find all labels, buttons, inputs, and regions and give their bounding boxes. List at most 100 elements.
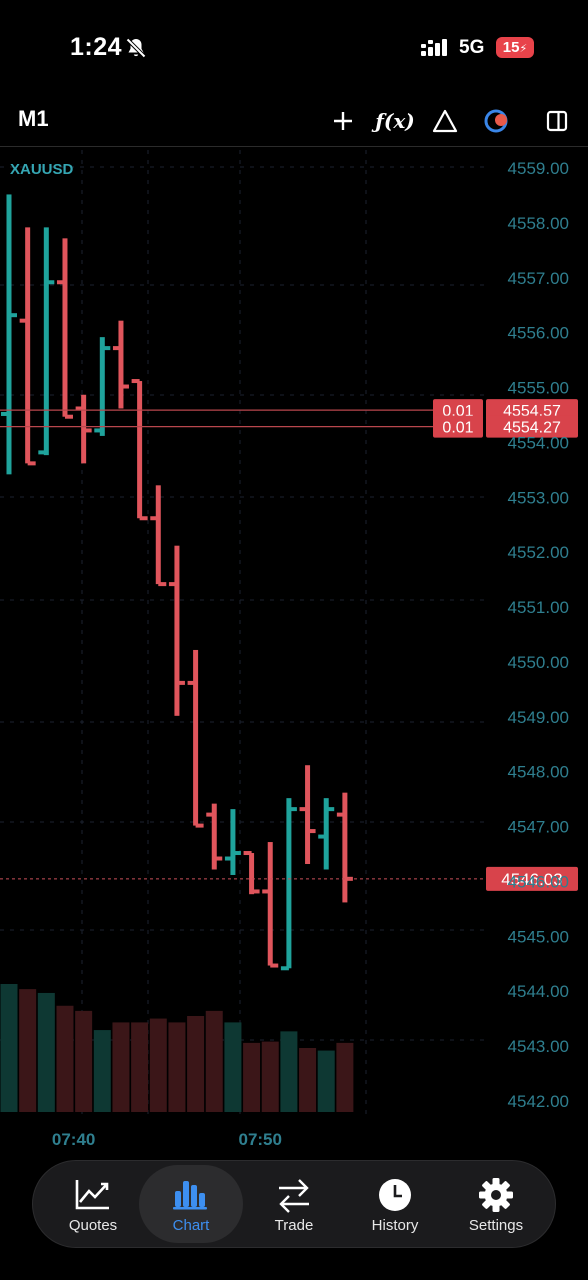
bar-open-tick [56, 280, 65, 285]
indicators-button[interactable]: ƒ(x) [375, 104, 415, 138]
bar-close-tick [232, 851, 241, 856]
nav-trade[interactable]: Trade [242, 1161, 346, 1247]
time-axis: 07:40 07:50 [52, 1130, 282, 1149]
status-bar: 1:24 5G 15⚡ [0, 0, 588, 95]
bar-close-tick [270, 963, 279, 968]
volume-bar [205, 1010, 223, 1112]
y-axis-label: 4548.00 [508, 763, 569, 782]
volume-bar [187, 1016, 205, 1112]
layout-button[interactable] [540, 104, 574, 138]
alert-button[interactable] [428, 104, 462, 138]
bar-range [62, 238, 68, 417]
volume-bar [37, 992, 55, 1112]
ohlc-bar [38, 227, 55, 456]
volume-bar [75, 1010, 93, 1112]
symbol-label: XAUUSD [10, 161, 74, 178]
volume-bar [168, 1022, 186, 1112]
charging-bolt-icon: ⚡ [519, 43, 528, 55]
volume-bar [112, 1022, 130, 1112]
bar-close-tick [102, 346, 111, 351]
volume-bar [131, 1022, 149, 1112]
chart-canvas[interactable]: 0.01 4554.570.01 4554.274546.03 4559.00455… [0, 148, 588, 1158]
bar-range [155, 485, 161, 585]
y-axis-label: 4542.00 [508, 1092, 569, 1111]
ohlc-bar [280, 798, 297, 971]
volume-bar [280, 1031, 298, 1112]
color-theme-button[interactable] [479, 104, 513, 138]
swap-arrows-icon [279, 1179, 309, 1213]
bar-open-tick [19, 318, 28, 323]
bar-close-tick [46, 280, 55, 285]
add-button[interactable] [326, 104, 360, 138]
bar-close-tick [195, 823, 204, 828]
bar-open-tick [336, 812, 345, 817]
nav-chart-label: Chart [172, 1217, 210, 1234]
ohlc-bar [56, 238, 73, 419]
price-chart[interactable]: 0.01 4554.57 0.01 4554.27 4546.03 4559.00 455… [0, 148, 588, 1158]
bar-range [230, 809, 236, 875]
nav-settings-label: Settings [468, 1217, 524, 1234]
y-axis-label: 4553.00 [508, 488, 569, 507]
function-icon: ƒ(x) [375, 109, 415, 133]
y-axis-label: 4549.00 [508, 708, 569, 727]
ohlc-bar [243, 851, 260, 895]
timeframe-selector[interactable]: M1 [18, 106, 49, 132]
bar-open-tick [262, 889, 271, 894]
ohlc-bar [318, 798, 335, 870]
ohlc-bar [19, 227, 36, 466]
bar-close-tick [326, 807, 335, 812]
bottom-nav: Quotes Chart Trade History Settings [32, 1160, 556, 1248]
ohlc-bar [336, 792, 353, 903]
bar-range [137, 381, 143, 519]
y-axis-label: 4554.00 [508, 433, 569, 452]
bar-range [193, 649, 199, 826]
bar-range [305, 765, 311, 865]
bar-chart-icon [173, 1181, 207, 1210]
bar-open-tick [150, 516, 159, 521]
bar-open-tick [94, 428, 103, 433]
y-axis-label: 4544.00 [508, 982, 569, 1001]
y-axis-label: 4546.00 [508, 872, 569, 891]
bar-open-tick [131, 379, 140, 384]
ohlc-bar [112, 320, 129, 409]
bar-close-tick [64, 414, 73, 419]
ohlc-bar [299, 765, 316, 865]
y-axis-label: 4558.00 [508, 214, 569, 233]
ohlc-bar [224, 809, 241, 875]
nav-settings[interactable]: Settings [444, 1161, 548, 1247]
nav-history-label: History [371, 1217, 419, 1234]
nav-quotes[interactable]: Quotes [41, 1161, 145, 1247]
bar-open-tick [299, 807, 308, 812]
y-axis-label: 4550.00 [508, 653, 569, 672]
bar-close-tick [120, 384, 129, 389]
bar-range [43, 227, 49, 456]
volume-bar [243, 1042, 261, 1112]
ohlc-bar [187, 649, 204, 828]
bell-muted-icon [126, 38, 146, 58]
signal-icon [421, 39, 447, 56]
nav-history[interactable]: History [343, 1161, 447, 1247]
y-axis-label: 4556.00 [508, 324, 569, 343]
split-panel-icon [546, 110, 568, 132]
volume-bar [336, 1042, 354, 1112]
y-axis-label: 4559.00 [508, 159, 569, 178]
ohlc-bars [1, 194, 353, 971]
volume-bar [299, 1048, 317, 1112]
bar-close-tick [139, 516, 148, 521]
y-axis-label: 4551.00 [508, 598, 569, 617]
volume-bar [93, 1030, 111, 1112]
bar-open-tick [224, 856, 233, 861]
ohlc-bar [94, 337, 111, 436]
bar-range [174, 545, 180, 716]
plus-icon [334, 112, 352, 130]
bar-open-tick [318, 834, 327, 839]
x-axis-label: 07:50 [238, 1130, 281, 1149]
x-axis-label: 07:40 [52, 1130, 95, 1149]
status-time: 1:24 [70, 33, 123, 61]
triangle-icon [432, 109, 458, 133]
volume-bar [317, 1050, 335, 1112]
bar-close-tick [9, 313, 17, 318]
nav-chart[interactable]: Chart [139, 1165, 243, 1243]
bar-range [286, 798, 292, 969]
volume-bars [0, 984, 354, 1112]
